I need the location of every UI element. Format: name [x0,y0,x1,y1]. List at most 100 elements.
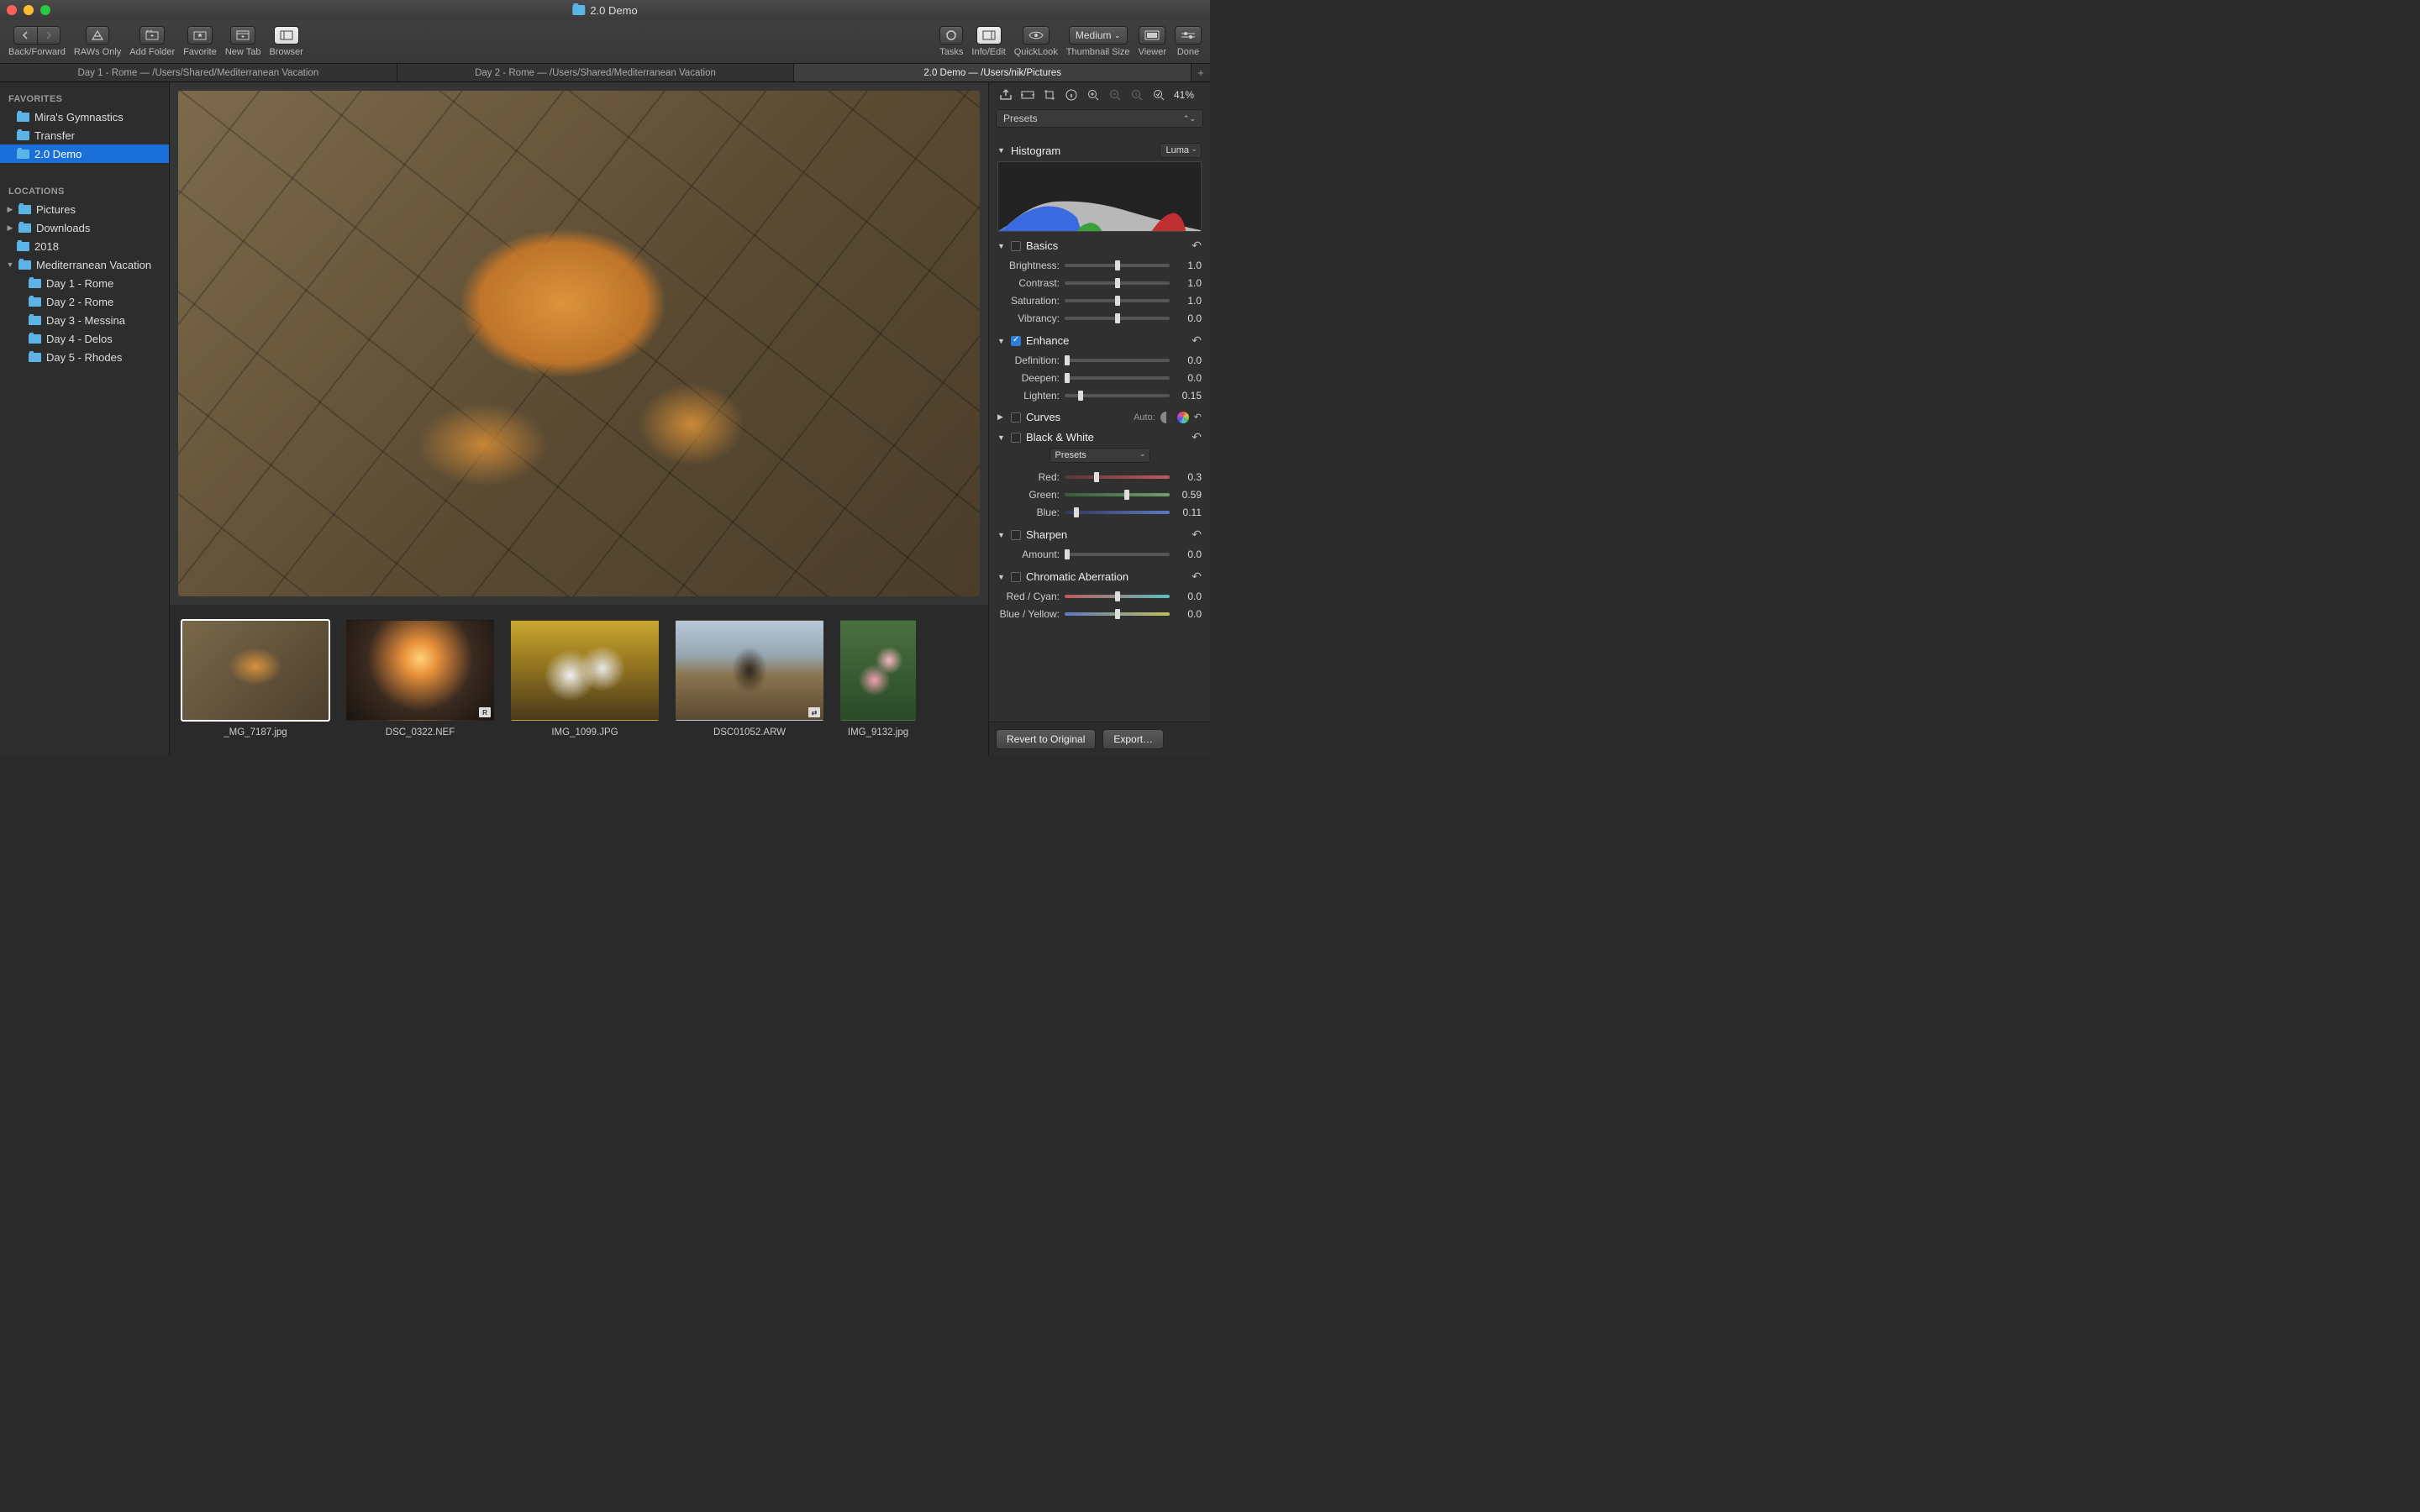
favorite-button[interactable] [187,26,213,45]
bw-green-slider[interactable] [1065,493,1170,496]
back-button[interactable] [13,26,37,45]
auto-color-icon[interactable] [1177,412,1189,423]
thumbnail-5[interactable]: IMG_9132.jpg [840,620,916,738]
thumbnail-1[interactable]: _MG_7187.jpg [182,620,329,738]
undo-icon[interactable]: ↶ [1192,570,1202,584]
fit-icon[interactable] [1019,87,1036,102]
browser-button[interactable] [274,26,299,45]
crop-icon[interactable] [1041,87,1058,102]
tab-day1[interactable]: Day 1 - Rome — /Users/Shared/Mediterrane… [0,64,397,81]
definition-slider[interactable] [1065,359,1170,362]
bw-presets-select[interactable]: Presets [1050,448,1150,463]
raw-badge: ⇄ [808,707,820,717]
sidebar-item-miras[interactable]: Mira's Gymnastics [0,108,169,126]
disclosure-icon[interactable]: ▼ [7,260,13,269]
viewer-button[interactable] [1139,26,1165,45]
basics-checkbox[interactable] [1011,241,1021,251]
ca-checkbox[interactable] [1011,572,1021,582]
export-button[interactable]: Export… [1102,729,1164,749]
sidebar-item-day1[interactable]: Day 1 - Rome [0,274,169,292]
thumbnail-4[interactable]: ⇄ DSC01052.ARW [676,620,823,738]
tab-add-button[interactable]: + [1192,64,1210,81]
enhance-checkbox[interactable] [1011,336,1021,346]
sharpen-checkbox[interactable] [1011,530,1021,540]
bw-checkbox[interactable] [1011,433,1021,443]
curves-checkbox[interactable] [1011,412,1021,423]
tasks-button[interactable] [939,26,963,45]
thumbnail-2[interactable]: R DSC_0322.NEF [346,620,494,738]
forward-button[interactable] [37,26,60,45]
zoom-in-icon[interactable] [1085,87,1102,102]
disclosure-icon[interactable]: ▼ [997,433,1006,442]
sidebar-item-transfer[interactable]: Transfer [0,126,169,144]
sidebar-item-downloads[interactable]: ▶Downloads [0,218,169,237]
thumbnail-size-select[interactable]: Medium ⌄ [1069,26,1128,45]
locations-heading: LOCATIONS [0,181,169,200]
raws-only-button[interactable] [86,26,109,45]
lighten-slider[interactable] [1065,394,1170,397]
sidebar-item-day2[interactable]: Day 2 - Rome [0,292,169,311]
undo-icon[interactable]: ↶ [1192,430,1202,444]
folder-icon [29,297,41,307]
brightness-slider[interactable] [1065,264,1170,267]
sidebar-item-medvac[interactable]: ▼Mediterranean Vacation [0,255,169,274]
new-tab-button[interactable] [230,26,255,45]
sharpen-amount-slider[interactable] [1065,553,1170,556]
disclosure-icon[interactable]: ▼ [997,337,1006,345]
disclosure-icon[interactable]: ▼ [997,531,1006,539]
quicklook-button[interactable] [1023,26,1050,45]
toolbar: Back/Forward RAWs Only Add Folder Favori… [0,20,1210,64]
done-button[interactable] [1175,26,1202,45]
thumbnail-3[interactable]: IMG_1099.JPG [511,620,659,738]
disclosure-icon[interactable]: ▼ [997,242,1006,250]
zoom-100-icon[interactable]: 1 [1128,87,1145,102]
disclosure-icon[interactable]: ▶ [997,412,1006,422]
disclosure-icon[interactable]: ▶ [7,223,13,233]
tab-day2[interactable]: Day 2 - Rome — /Users/Shared/Mediterrane… [397,64,795,81]
sidebar-item-day4[interactable]: Day 4 - Delos [0,329,169,348]
window-minimize-button[interactable] [24,5,34,15]
window-close-button[interactable] [7,5,17,15]
contrast-slider[interactable] [1065,281,1170,285]
undo-icon[interactable]: ↶ [1192,333,1202,348]
info-icon[interactable] [1063,87,1080,102]
undo-icon[interactable]: ↶ [1192,239,1202,253]
sidebar-item-pictures[interactable]: ▶Pictures [0,200,169,218]
presets-dropdown[interactable]: Presets ⌃⌄ [996,109,1203,128]
preview-area[interactable] [170,82,988,605]
sidebar-item-demo[interactable]: 2.0 Demo [0,144,169,163]
undo-icon[interactable]: ↶ [1192,528,1202,542]
sidebar-item-day3[interactable]: Day 3 - Messina [0,311,169,329]
disclosure-icon[interactable]: ▶ [7,205,13,214]
saturation-value: 1.0 [1175,295,1202,307]
zoom-percent: 41% [1174,89,1194,101]
ca-rc-slider[interactable] [1065,595,1170,598]
undo-icon[interactable]: ↶ [1194,412,1202,423]
basics-label: Basics [1026,239,1058,252]
bw-blue-slider[interactable] [1065,511,1170,514]
zoom-out-icon[interactable] [1107,87,1123,102]
window-zoom-button[interactable] [40,5,50,15]
ca-by-slider[interactable] [1065,612,1170,616]
sharpen-label: Sharpen [1026,528,1067,541]
vibrancy-slider[interactable] [1065,317,1170,320]
sidebar-item-day5[interactable]: Day 5 - Rhodes [0,348,169,366]
add-folder-button[interactable] [139,26,165,45]
bw-red-slider[interactable] [1065,475,1170,479]
saturation-slider[interactable] [1065,299,1170,302]
deepen-slider[interactable] [1065,376,1170,380]
tab-demo[interactable]: 2.0 Demo — /Users/nik/Pictures [794,64,1192,81]
zoom-fit-icon[interactable] [1150,87,1167,102]
revert-button[interactable]: Revert to Original [996,729,1096,749]
sidebar-item-2018[interactable]: 2018 [0,237,169,255]
auto-bw-icon[interactable] [1160,412,1172,423]
disclosure-icon[interactable]: ▼ [997,146,1006,155]
disclosure-icon[interactable]: ▼ [997,573,1006,581]
thumbnail-image [840,620,916,721]
info-edit-button[interactable] [976,26,1002,45]
folder-icon [17,113,29,122]
done-label: Done [1177,47,1199,57]
inspector: 1 41% Presets ⌃⌄ ▼ Histogram Luma [988,82,1210,756]
share-icon[interactable] [997,87,1014,102]
histogram-mode-select[interactable]: Luma [1160,143,1202,158]
